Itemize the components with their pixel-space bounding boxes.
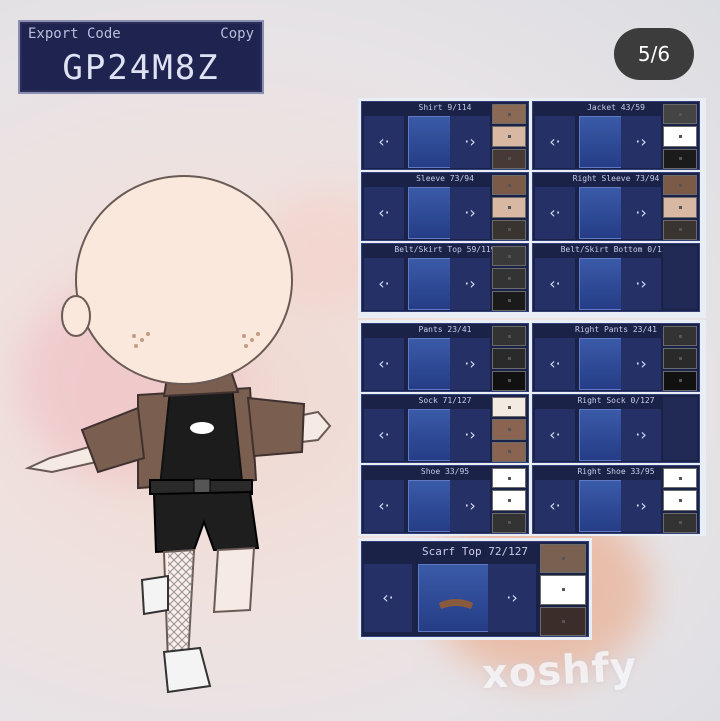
next-arrow-button[interactable]: ·› bbox=[450, 187, 490, 239]
color-swatch[interactable] bbox=[663, 219, 697, 240]
color-swatch[interactable] bbox=[663, 175, 697, 196]
color-swatches bbox=[492, 395, 526, 462]
color-swatches bbox=[663, 102, 697, 169]
color-swatch[interactable] bbox=[663, 126, 697, 147]
previous-arrow-button[interactable]: ‹· bbox=[364, 564, 412, 632]
next-arrow-button[interactable]: ·› bbox=[450, 116, 490, 168]
overall-pocket bbox=[190, 422, 214, 434]
previous-arrow-button[interactable]: ‹· bbox=[535, 187, 575, 239]
color-swatch[interactable] bbox=[663, 348, 697, 369]
previous-arrow-button[interactable]: ‹· bbox=[364, 258, 404, 310]
export-code-value[interactable]: GP24M8Z bbox=[20, 48, 262, 88]
color-swatch[interactable] bbox=[663, 326, 697, 347]
color-swatch[interactable] bbox=[492, 397, 526, 418]
next-arrow-button[interactable]: ·› bbox=[450, 258, 490, 310]
clothing-slot[interactable]: Right Shoe 33/95 ‹· ·› bbox=[532, 465, 700, 534]
color-swatches bbox=[492, 244, 526, 311]
clothing-slot[interactable]: Pants 23/41 ‹· ·› bbox=[361, 323, 529, 392]
clothing-slot[interactable]: Right Sleeve 73/94 ‹· ·› bbox=[532, 172, 700, 241]
next-arrow-button[interactable]: ·› bbox=[621, 338, 661, 390]
color-swatch[interactable] bbox=[540, 606, 586, 636]
color-swatch[interactable] bbox=[540, 575, 586, 605]
previous-arrow-button[interactable]: ‹· bbox=[535, 116, 575, 168]
color-swatches bbox=[492, 324, 526, 391]
empty-swatch-area bbox=[663, 246, 697, 309]
color-swatches bbox=[492, 102, 526, 169]
empty-swatch-area bbox=[663, 397, 697, 460]
clothing-slot[interactable]: Shirt 9/114 ‹· ·› bbox=[361, 101, 529, 170]
character-illustration bbox=[24, 175, 332, 694]
color-swatch[interactable] bbox=[492, 148, 526, 169]
color-swatch[interactable] bbox=[492, 290, 526, 311]
next-arrow-button[interactable]: ·› bbox=[450, 338, 490, 390]
color-swatches bbox=[663, 324, 697, 391]
color-swatch[interactable] bbox=[492, 512, 526, 533]
previous-arrow-button[interactable]: ‹· bbox=[535, 480, 575, 532]
color-swatch[interactable] bbox=[540, 544, 586, 574]
color-swatch[interactable] bbox=[492, 370, 526, 391]
color-swatch[interactable] bbox=[492, 348, 526, 369]
color-swatch[interactable] bbox=[663, 104, 697, 125]
next-arrow-button[interactable]: ·› bbox=[621, 116, 661, 168]
color-swatch[interactable] bbox=[492, 490, 526, 511]
export-code-box: Export Code Copy GP24M8Z bbox=[18, 20, 264, 94]
clothing-slot[interactable]: Belt/Skirt Bottom 0/119 ‹· ·› bbox=[532, 243, 700, 312]
color-swatch[interactable] bbox=[492, 219, 526, 240]
next-arrow-button[interactable]: ·› bbox=[488, 564, 536, 632]
export-code-label: Export Code bbox=[28, 26, 121, 42]
previous-arrow-button[interactable]: ‹· bbox=[535, 338, 575, 390]
color-swatch[interactable] bbox=[663, 490, 697, 511]
previous-arrow-button[interactable]: ‹· bbox=[535, 409, 575, 461]
scarf-panel: Scarf Top 72/127 ‹· ·› bbox=[358, 538, 592, 640]
previous-arrow-button[interactable]: ‹· bbox=[364, 338, 404, 390]
color-swatch[interactable] bbox=[492, 246, 526, 267]
color-swatch[interactable] bbox=[492, 104, 526, 125]
color-swatch[interactable] bbox=[492, 126, 526, 147]
previous-arrow-button[interactable]: ‹· bbox=[364, 409, 404, 461]
previous-arrow-button[interactable]: ‹· bbox=[364, 116, 404, 168]
color-swatch[interactable] bbox=[663, 512, 697, 533]
copy-button[interactable]: Copy bbox=[220, 26, 254, 42]
clothing-slot[interactable]: Right Sock 0/127 ‹· ·› bbox=[532, 394, 700, 463]
color-swatch[interactable] bbox=[492, 197, 526, 218]
previous-arrow-button[interactable]: ‹· bbox=[364, 187, 404, 239]
clothing-slot[interactable]: Sock 71/127 ‹· ·› bbox=[361, 394, 529, 463]
previous-arrow-button[interactable]: ‹· bbox=[364, 480, 404, 532]
next-arrow-button[interactable]: ·› bbox=[621, 480, 661, 532]
color-swatches bbox=[492, 173, 526, 240]
outfit-panel-top: Shirt 9/114 ‹· ·› Jacket 43/59 ‹· ·› Sleeve 73… bbox=[358, 98, 706, 318]
clothing-slot[interactable]: Right Pants 23/41 ‹· ·› bbox=[532, 323, 700, 392]
color-swatch[interactable] bbox=[492, 268, 526, 289]
color-swatch[interactable] bbox=[492, 175, 526, 196]
color-swatches bbox=[663, 466, 697, 533]
color-swatch[interactable] bbox=[492, 441, 526, 462]
color-swatches bbox=[540, 542, 586, 636]
color-swatch[interactable] bbox=[663, 197, 697, 218]
clothing-slot[interactable]: Belt/Skirt Top 59/119 ‹· ·› bbox=[361, 243, 529, 312]
next-arrow-button[interactable]: ·› bbox=[450, 409, 490, 461]
color-swatches bbox=[663, 173, 697, 240]
clothing-slot[interactable]: Sleeve 73/94 ‹· ·› bbox=[361, 172, 529, 241]
watermark: xoshfy bbox=[480, 643, 639, 699]
next-arrow-button[interactable]: ·› bbox=[621, 409, 661, 461]
color-swatches bbox=[492, 466, 526, 533]
color-swatch[interactable] bbox=[663, 468, 697, 489]
clothing-slot[interactable]: Jacket 43/59 ‹· ·› bbox=[532, 101, 700, 170]
scarf-icon bbox=[439, 599, 473, 609]
color-swatch[interactable] bbox=[492, 468, 526, 489]
color-swatch[interactable] bbox=[663, 370, 697, 391]
color-swatch[interactable] bbox=[663, 148, 697, 169]
next-arrow-button[interactable]: ·› bbox=[621, 258, 661, 310]
outfit-panel-bottom: Pants 23/41 ‹· ·› Right Pants 23/41 ‹· ·› Sock… bbox=[358, 320, 706, 536]
clothing-slot[interactable]: Shoe 33/95 ‹· ·› bbox=[361, 465, 529, 534]
previous-arrow-button[interactable]: ‹· bbox=[535, 258, 575, 310]
page-indicator: 5/6 bbox=[614, 28, 694, 80]
color-swatch[interactable] bbox=[492, 326, 526, 347]
color-swatch[interactable] bbox=[492, 419, 526, 440]
next-arrow-button[interactable]: ·› bbox=[621, 187, 661, 239]
next-arrow-button[interactable]: ·› bbox=[450, 480, 490, 532]
scarf-preview bbox=[418, 564, 492, 632]
